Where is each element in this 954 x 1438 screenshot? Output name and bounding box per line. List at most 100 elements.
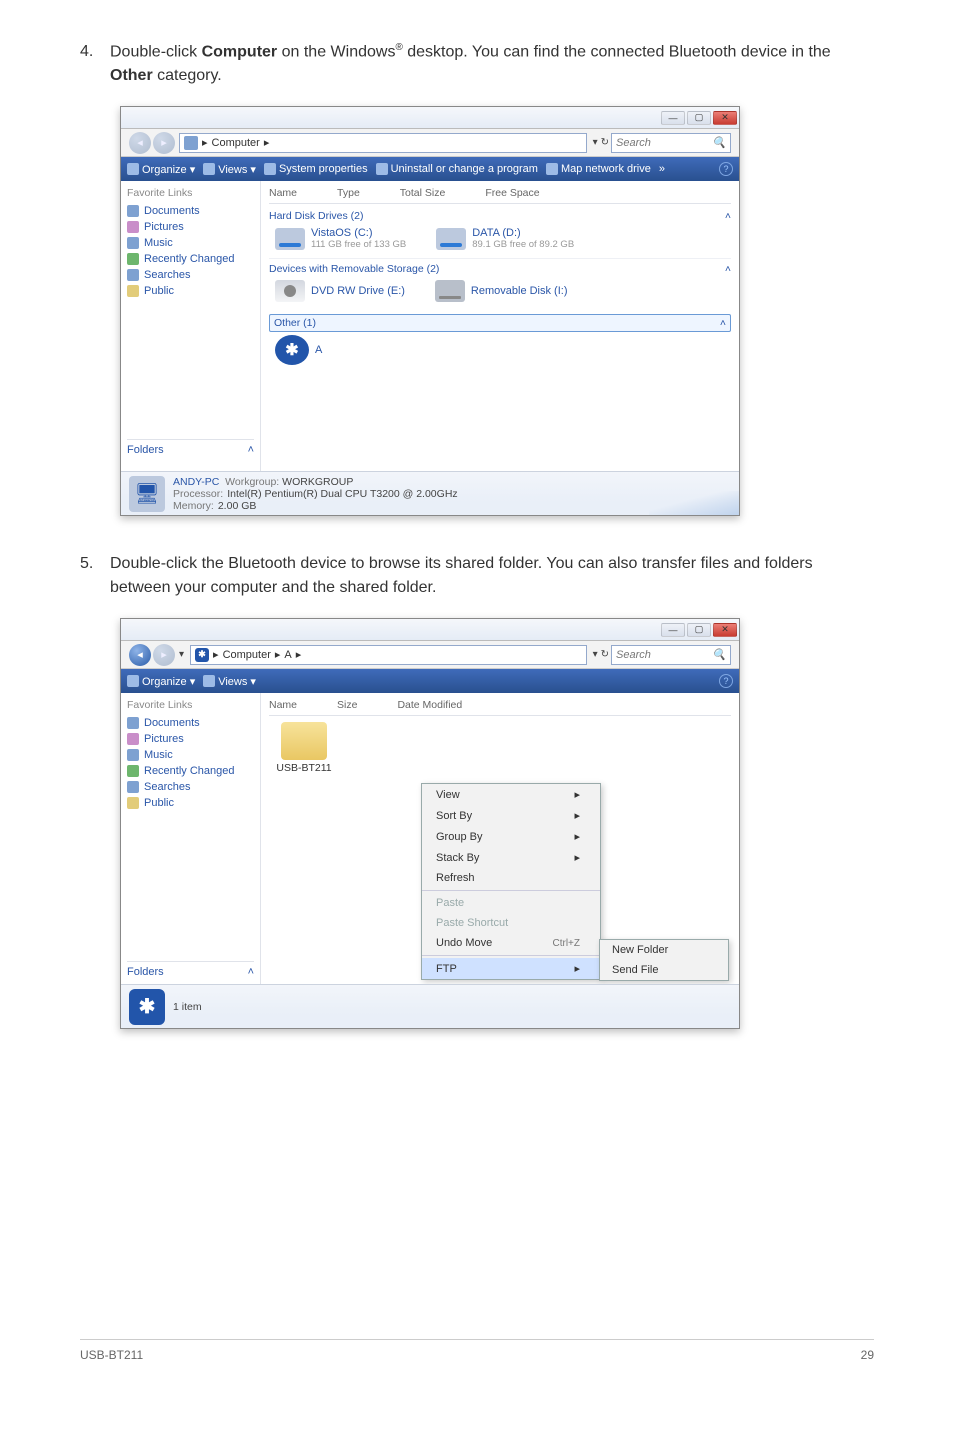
col-total-size[interactable]: Total Size: [400, 187, 446, 199]
address-bar-row: ◂ ▸ ▸ Computer ▸ ▾ ↻ Search 🔍: [121, 129, 739, 157]
col-type[interactable]: Type: [337, 187, 360, 199]
window-titlebar[interactable]: — ▢ ✕: [121, 619, 739, 641]
refresh-icon[interactable]: ↻: [601, 649, 609, 660]
fav-public[interactable]: Public: [127, 795, 254, 811]
col-name[interactable]: Name: [269, 699, 297, 711]
window-close-button[interactable]: ✕: [713, 623, 737, 637]
nav-back-button[interactable]: ◂: [129, 644, 151, 666]
ctx-ftp[interactable]: FTP▸: [422, 958, 600, 979]
window-minimize-button[interactable]: —: [661, 111, 685, 125]
ctx-stack-by[interactable]: Stack By▸: [422, 847, 600, 868]
address-bar-row: ◂ ▸ ▾ ✱ ▸ Computer ▸ A ▸ ▾ ↻: [121, 641, 739, 669]
col-date-modified[interactable]: Date Modified: [397, 699, 462, 711]
fav-searches[interactable]: Searches: [127, 779, 254, 795]
favorite-links-pane: Favorite Links Documents Pictures Music …: [121, 181, 261, 471]
window-close-button[interactable]: ✕: [713, 111, 737, 125]
toolbar-map-drive[interactable]: Map network drive: [546, 163, 651, 175]
folders-tree-toggle[interactable]: Folders˄: [127, 439, 254, 456]
nav-forward-button[interactable]: ▸: [153, 132, 175, 154]
search-icon[interactable]: 🔍: [712, 136, 726, 149]
organize-icon: [127, 163, 139, 175]
toolbar-views[interactable]: Views ▾: [203, 675, 256, 688]
column-headers[interactable]: Name Type Total Size Free Space: [269, 185, 731, 204]
col-name[interactable]: Name: [269, 187, 297, 199]
footer-page-number: 29: [861, 1348, 874, 1362]
toolbar-system-properties[interactable]: System properties: [264, 163, 368, 175]
group-hard-disk-drives[interactable]: Hard Disk Drives (2)˄: [269, 206, 731, 224]
views-icon: [203, 163, 215, 175]
folder-item-usb-bt211[interactable]: USB-BT211: [269, 722, 339, 774]
nav-history-dropdown[interactable]: ▾: [179, 649, 184, 660]
toolbar-more[interactable]: »: [659, 163, 665, 175]
folders-tree-toggle[interactable]: Folders˄: [127, 961, 254, 978]
refresh-icon[interactable]: ↻: [601, 137, 609, 148]
toolbar-views[interactable]: Views ▾: [203, 163, 256, 176]
bluetooth-device-item[interactable]: ✱ A: [275, 335, 322, 365]
ctx-group-by[interactable]: Group By▸: [422, 826, 600, 847]
toolbar-organize[interactable]: Organize ▾: [127, 163, 195, 176]
fav-documents[interactable]: Documents: [127, 203, 254, 219]
fav-recently-changed[interactable]: Recently Changed: [127, 763, 254, 779]
ctx-paste: Paste: [422, 893, 600, 913]
ctx-paste-shortcut: Paste Shortcut: [422, 913, 600, 933]
ftp-submenu: New Folder Send File: [599, 939, 729, 981]
organize-icon: [127, 675, 139, 687]
submenu-new-folder[interactable]: New Folder: [600, 940, 728, 960]
uninstall-icon: [376, 163, 388, 175]
address-dropdown-icon[interactable]: ▾: [593, 137, 598, 148]
toolbar-organize[interactable]: Organize ▾: [127, 675, 195, 688]
search-icon[interactable]: 🔍: [712, 648, 726, 661]
fav-pictures[interactable]: Pictures: [127, 731, 254, 747]
favorites-header: Favorite Links: [127, 699, 254, 711]
address-dropdown-icon[interactable]: ▾: [593, 649, 598, 660]
ctx-sort-by[interactable]: Sort By▸: [422, 805, 600, 826]
status-bar: 🖥 ANDY-PC Workgroup: WORKGROUP Processor…: [121, 471, 739, 515]
folder-content-area[interactable]: Name Size Date Modified USB-BT211 View▸ …: [261, 693, 739, 984]
drive-dvd[interactable]: DVD RW Drive (E:): [275, 280, 405, 302]
fav-public[interactable]: Public: [127, 283, 254, 299]
hdd-icon: [436, 228, 466, 250]
group-other[interactable]: Other (1)˄: [269, 314, 731, 332]
bluetooth-large-icon: ✱: [129, 989, 165, 1025]
fav-searches[interactable]: Searches: [127, 267, 254, 283]
breadcrumb-a[interactable]: A: [284, 649, 291, 661]
bluetooth-icon-small: ✱: [195, 648, 209, 662]
nav-forward-button[interactable]: ▸: [153, 644, 175, 666]
submenu-send-file[interactable]: Send File: [600, 960, 728, 980]
group-removable-storage[interactable]: Devices with Removable Storage (2)˄: [269, 258, 731, 277]
window-titlebar[interactable]: — ▢ ✕: [121, 107, 739, 129]
window-minimize-button[interactable]: —: [661, 623, 685, 637]
search-input[interactable]: Search 🔍: [611, 645, 731, 665]
breadcrumb-computer[interactable]: Computer: [212, 137, 260, 149]
fav-pictures[interactable]: Pictures: [127, 219, 254, 235]
window-maximize-button[interactable]: ▢: [687, 623, 711, 637]
toolbar-help-button[interactable]: ?: [719, 162, 733, 176]
drive-c[interactable]: VistaOS (C:) 111 GB free of 133 GB: [275, 227, 406, 250]
submenu-arrow-icon: ▸: [574, 809, 580, 822]
toolbar-help-button[interactable]: ?: [719, 674, 733, 688]
ctx-view[interactable]: View▸: [422, 784, 600, 805]
sysprops-icon: [264, 163, 276, 175]
fav-documents[interactable]: Documents: [127, 715, 254, 731]
col-free-space[interactable]: Free Space: [485, 187, 539, 199]
breadcrumb[interactable]: ▸ Computer ▸: [179, 133, 587, 153]
window-maximize-button[interactable]: ▢: [687, 111, 711, 125]
step4-text: Double-click Computer on the Windows® de…: [110, 40, 874, 88]
breadcrumb[interactable]: ✱ ▸ Computer ▸ A ▸: [190, 645, 587, 665]
ctx-refresh[interactable]: Refresh: [422, 868, 600, 888]
column-headers[interactable]: Name Size Date Modified: [269, 697, 731, 716]
nav-back-button[interactable]: ◂: [129, 132, 151, 154]
fav-music[interactable]: Music: [127, 235, 254, 251]
vista-decoration: [649, 491, 739, 515]
toolbar-uninstall[interactable]: Uninstall or change a program: [376, 163, 538, 175]
fav-recently-changed[interactable]: Recently Changed: [127, 251, 254, 267]
col-size[interactable]: Size: [337, 699, 357, 711]
views-icon: [203, 675, 215, 687]
dvd-icon: [275, 280, 305, 302]
fav-music[interactable]: Music: [127, 747, 254, 763]
ctx-undo-move[interactable]: Undo MoveCtrl+Z: [422, 933, 600, 953]
drive-removable[interactable]: Removable Disk (I:): [435, 280, 568, 302]
breadcrumb-computer[interactable]: Computer: [223, 649, 271, 661]
search-input[interactable]: Search 🔍: [611, 133, 731, 153]
drive-d[interactable]: DATA (D:) 89.1 GB free of 89.2 GB: [436, 227, 574, 250]
